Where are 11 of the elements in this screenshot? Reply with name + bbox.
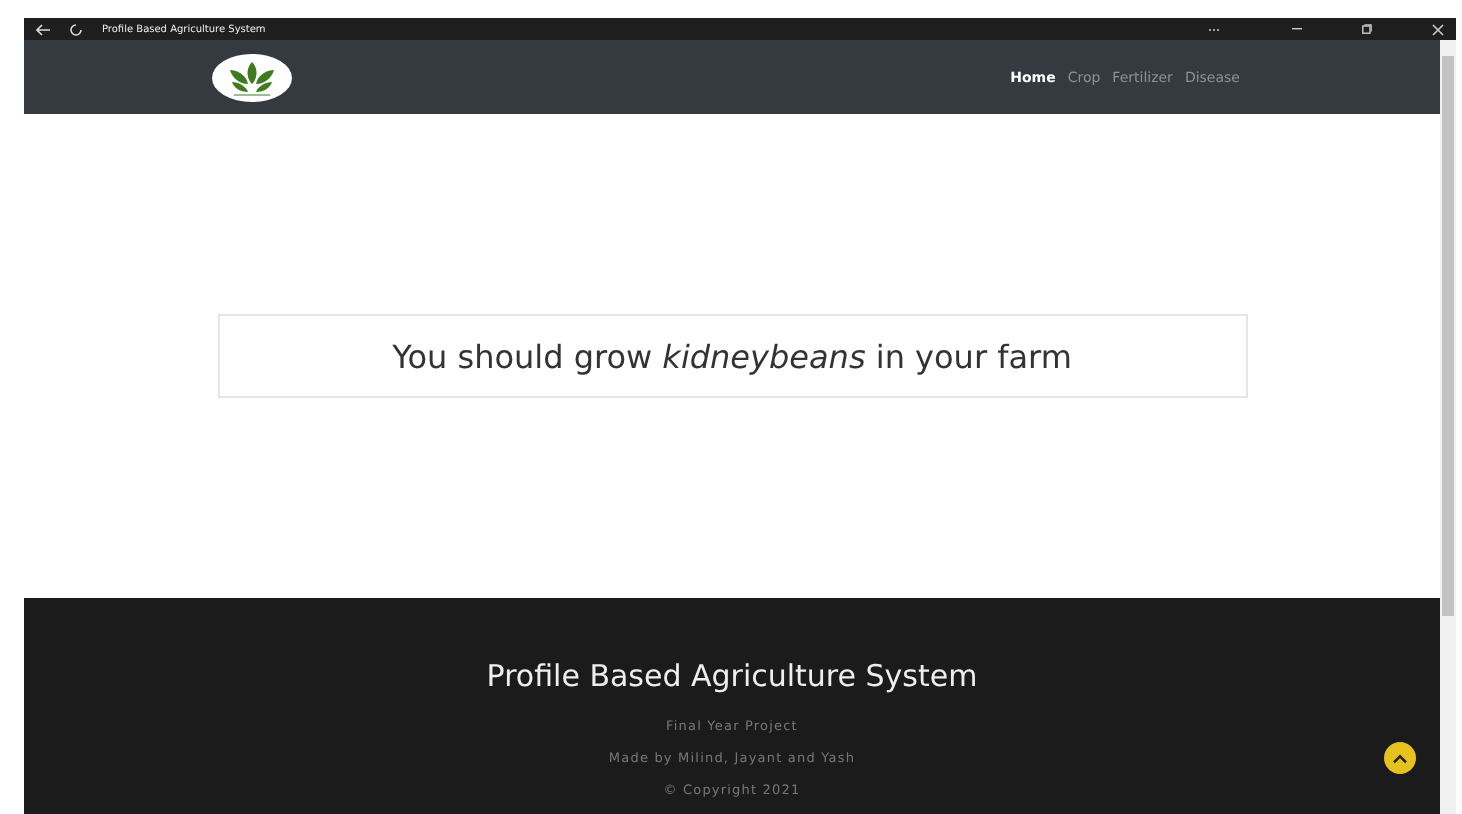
scroll-to-top-button[interactable]: [1384, 742, 1416, 774]
back-arrow-icon[interactable]: [36, 23, 50, 35]
chevron-up-icon: [1392, 753, 1408, 763]
footer-title: Profile Based Agriculture System: [486, 658, 978, 694]
restore-icon[interactable]: [1362, 24, 1372, 34]
leaf-logo[interactable]: [212, 51, 292, 103]
minimize-icon[interactable]: [1292, 28, 1302, 30]
scrollbar[interactable]: [1440, 40, 1456, 814]
close-icon[interactable]: [1432, 23, 1444, 35]
result-message: You should grow kidneybeans in your farm: [217, 314, 1247, 398]
refresh-icon[interactable]: [70, 23, 82, 35]
